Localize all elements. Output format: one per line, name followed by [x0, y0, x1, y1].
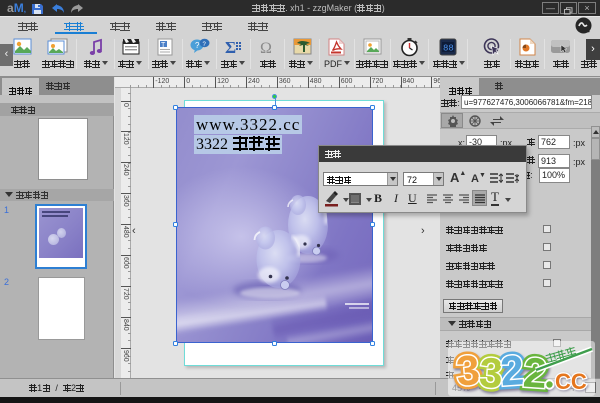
svg-text:Σ: Σ — [225, 38, 236, 56]
svg-text:Ω: Ω — [260, 40, 272, 56]
svg-text:88: 88 — [443, 44, 454, 54]
svg-text:CC: CC — [555, 369, 587, 394]
svg-text:T: T — [161, 42, 166, 49]
svg-text:?: ? — [195, 41, 200, 50]
svg-text:2: 2 — [522, 348, 549, 397]
